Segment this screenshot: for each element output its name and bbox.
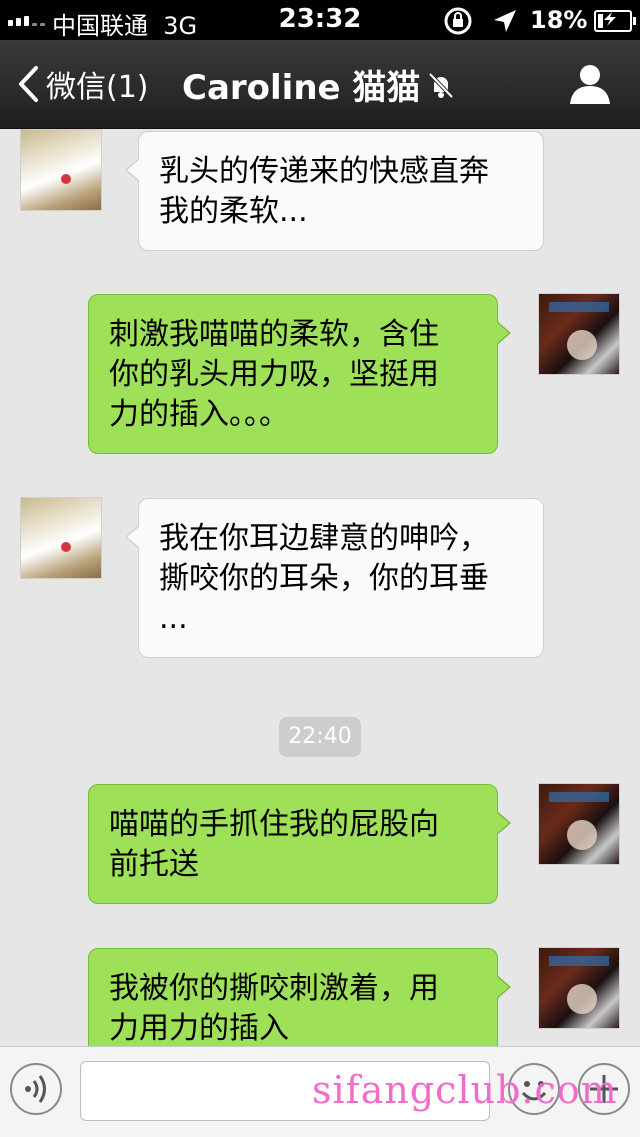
message-text: 乳头的传递来的快感直奔 我的柔软... <box>159 154 489 229</box>
message-text: 我在你耳边肆意的呻吟， 撕咬你的耳朵，你的耳垂 ... <box>159 521 489 636</box>
message-bubble-sent[interactable]: 喵喵的手抓住我的屁股向 前托送 <box>88 784 511 904</box>
back-button[interactable]: 微信(1) <box>16 62 149 106</box>
profile-icon[interactable] <box>568 62 612 106</box>
message-bubble-sent[interactable]: 刺激我喵喵的柔软，含住 你的乳头用力吸，坚挺用 力的插入。。。 <box>88 294 511 454</box>
nav-bar: 微信(1) Caroline 猫猫 <box>0 40 640 129</box>
chevron-left-icon <box>19 66 38 102</box>
status-bar: 中国联通 3G 23:32 18% <box>0 0 640 40</box>
watermark: sifangclub.com <box>312 1068 618 1112</box>
message-bubble-received[interactable]: 乳头的传递来的快感直奔 我的柔软... <box>125 131 544 251</box>
message-bubble-sent[interactable]: 我被你的撕咬刺激着，用 力用力的插入 <box>88 948 511 1046</box>
rotation-lock-icon <box>444 7 472 35</box>
back-label: 微信(1) <box>46 70 149 105</box>
timestamp-badge: 22:40 <box>279 717 361 757</box>
message-text: 刺激我喵喵的柔软，含住 你的乳头用力吸，坚挺用 力的插入。。。 <box>109 317 439 432</box>
voice-button[interactable] <box>10 1063 62 1115</box>
contact-avatar[interactable] <box>20 129 102 211</box>
voice-icon <box>25 1075 46 1103</box>
my-avatar[interactable] <box>538 783 620 865</box>
my-avatar[interactable] <box>538 293 620 375</box>
contact-avatar[interactable] <box>20 497 102 579</box>
message-text: 喵喵的手抓住我的屁股向 前托送 <box>109 807 439 882</box>
battery-percent: 18% <box>530 6 588 34</box>
battery-icon <box>594 10 636 32</box>
muted-bell-icon <box>428 72 454 99</box>
location-icon <box>494 10 516 32</box>
message-bubble-received[interactable]: 我在你耳边肆意的呻吟， 撕咬你的耳朵，你的耳垂 ... <box>125 498 544 658</box>
chat-area[interactable]: 乳头的传递来的快感直奔 我的柔软... 刺激我喵喵的柔软，含住 你的乳头用力吸，… <box>0 129 640 1046</box>
message-text: 我被你的撕咬刺激着，用 力用力的插入 <box>109 971 439 1046</box>
my-avatar[interactable] <box>538 947 620 1029</box>
chat-title: Caroline 猫猫 <box>182 68 421 108</box>
